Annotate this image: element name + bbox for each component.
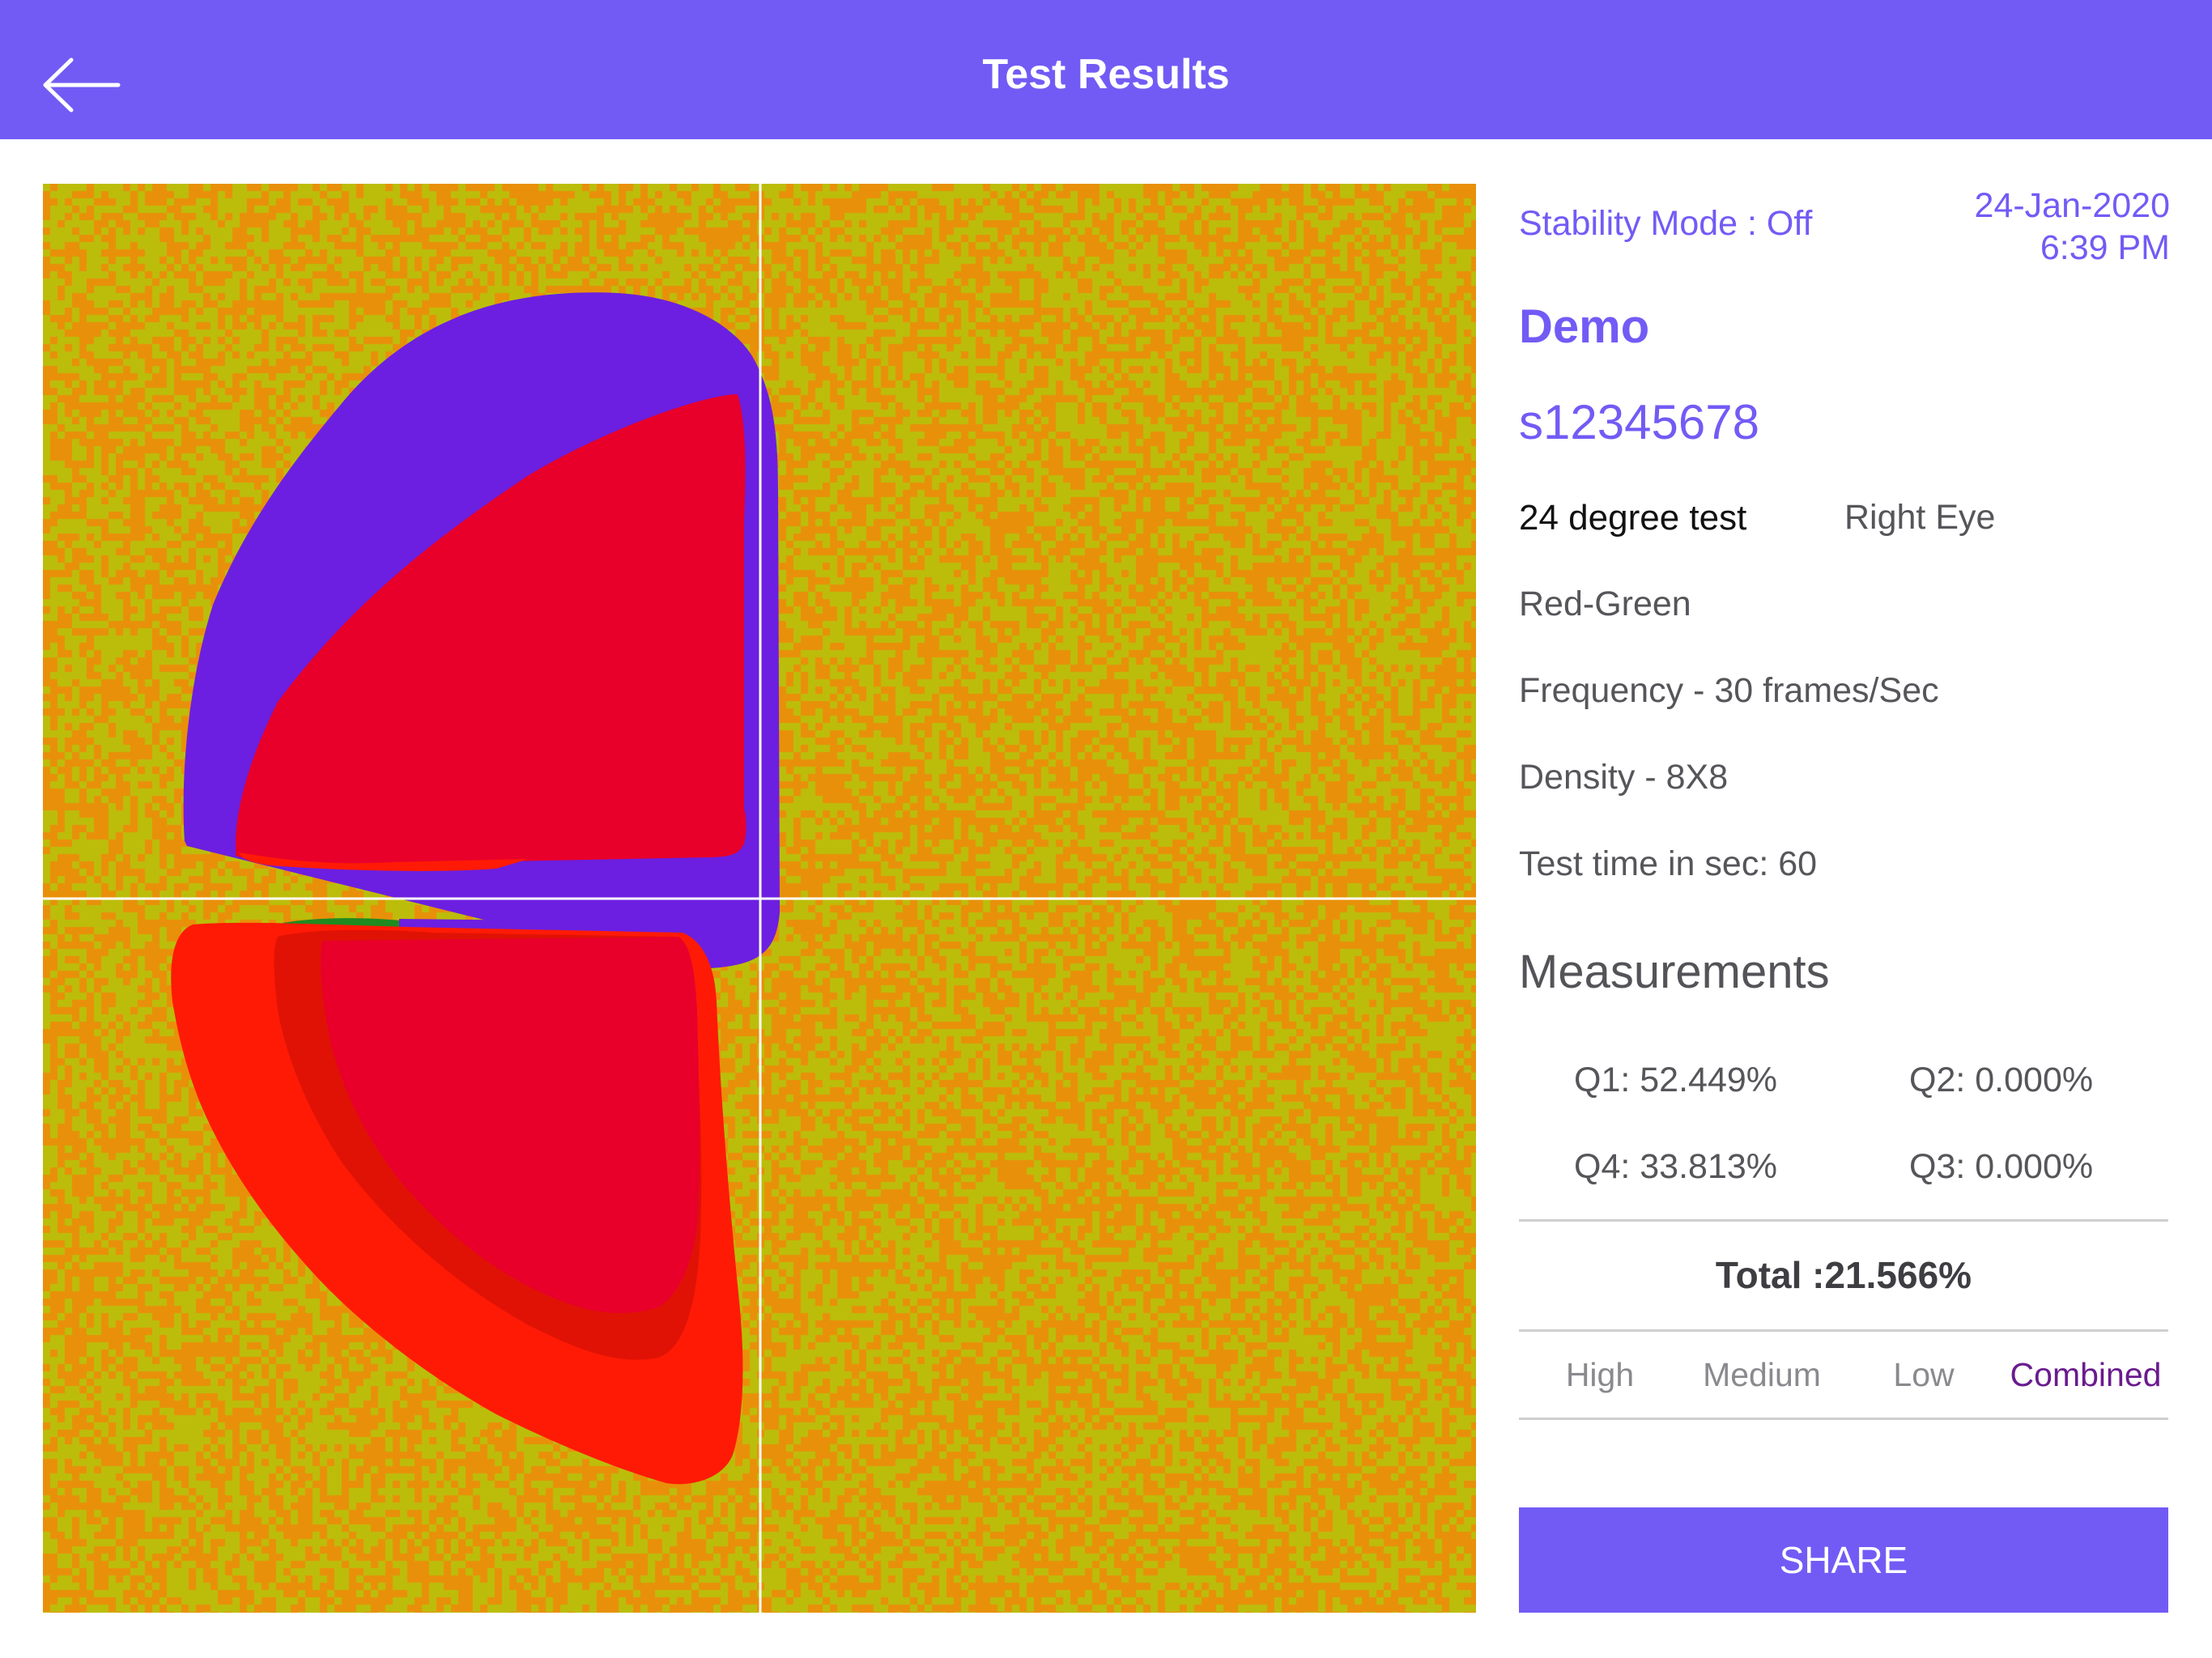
top-bar: Test Results <box>0 0 2212 139</box>
divider-bottom <box>1519 1418 2168 1420</box>
segment-high[interactable]: High <box>1519 1356 1681 1394</box>
eye-label: Right Eye <box>1844 498 1996 537</box>
date-time: 24-Jan-2020 6:39 PM <box>1975 185 2170 269</box>
frequency-label: Frequency - 30 frames/Sec <box>1519 671 1939 710</box>
back-button[interactable] <box>32 49 130 121</box>
region-red-q1-base <box>236 799 747 866</box>
test-time-of-day: 6:39 PM <box>2040 228 2170 267</box>
segment-low[interactable]: Low <box>1843 1356 2005 1394</box>
q3-value: Q3: 0.000% <box>1909 1147 2094 1186</box>
segment-medium[interactable]: Medium <box>1681 1356 1843 1394</box>
divider-middle <box>1519 1329 2168 1332</box>
density-label: Density - 8X8 <box>1519 758 1729 797</box>
measurements-heading: Measurements <box>1519 946 1830 998</box>
patient-name: Demo <box>1519 300 1650 353</box>
visual-field-map <box>43 184 1476 1613</box>
color-mode: Red-Green <box>1519 585 1691 623</box>
segment-combined[interactable]: Combined <box>2005 1356 2167 1394</box>
q2-value: Q2: 0.000% <box>1909 1061 2094 1099</box>
test-type: 24 degree test <box>1519 498 1747 538</box>
arrow-left-icon <box>43 57 121 113</box>
subject-id: s12345678 <box>1519 395 1759 449</box>
test-duration-label: Test time in sec: 60 <box>1519 844 1818 883</box>
page-title: Test Results <box>0 0 2212 139</box>
q1-value: Q1: 52.449% <box>1574 1061 1778 1099</box>
q4-value: Q4: 33.813% <box>1574 1147 1778 1186</box>
divider-top <box>1519 1219 2168 1222</box>
share-button[interactable]: SHARE <box>1519 1507 2168 1613</box>
field-overlay <box>43 184 1476 1613</box>
page-title-text: Test Results <box>982 51 1230 99</box>
stability-mode-label: Stability Mode : Off <box>1519 204 1813 243</box>
total-value: Total :21.566% <box>1715 1254 1972 1296</box>
test-date: 24-Jan-2020 <box>1974 186 2170 225</box>
